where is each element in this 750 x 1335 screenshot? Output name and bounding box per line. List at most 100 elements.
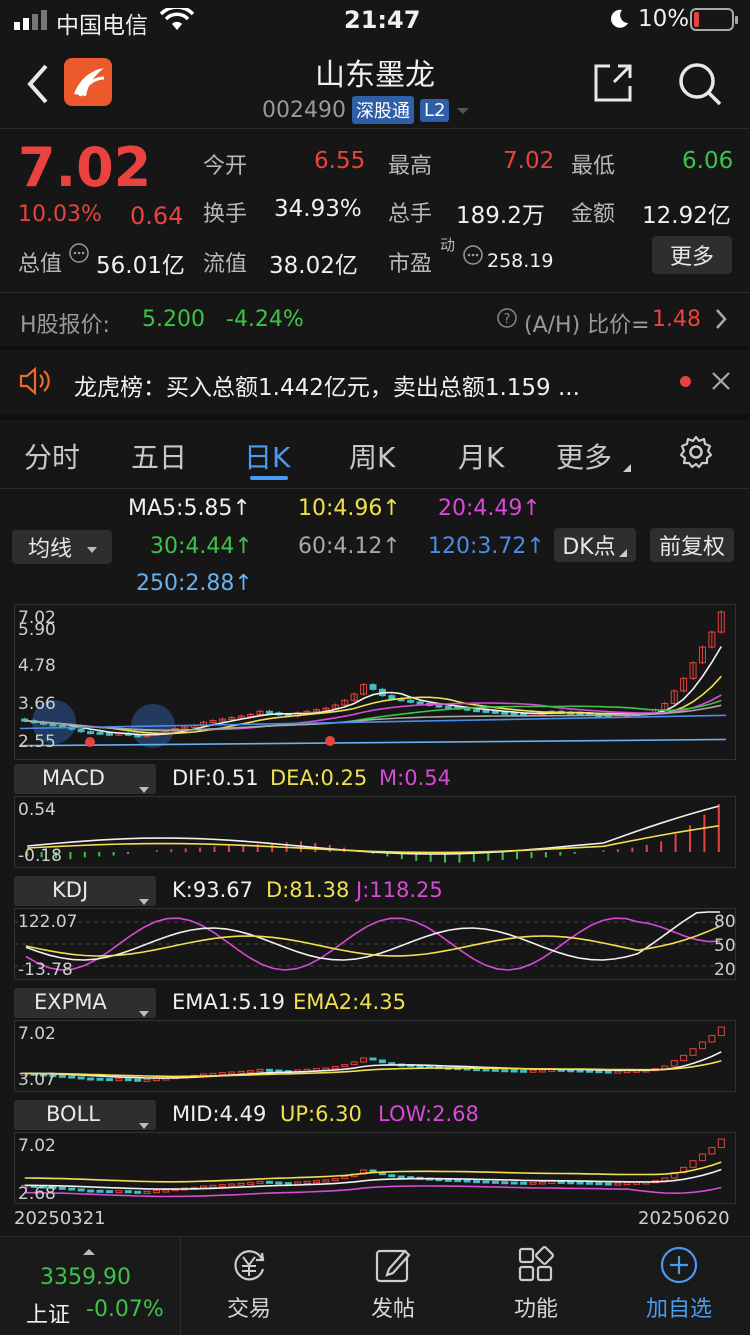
kdj-j: J:118.25 (356, 878, 443, 902)
mini-candle (96, 1189, 104, 1193)
mini-candle (501, 1069, 509, 1073)
expma-label: EXPMA (34, 990, 107, 1014)
candle-body (473, 709, 481, 713)
mini-candle (313, 1180, 321, 1184)
help-icon[interactable]: ? (496, 307, 518, 333)
boll-chart[interactable] (14, 1132, 736, 1204)
tab-daily-k[interactable]: 日K (244, 436, 290, 476)
macd-selector[interactable]: MACD (14, 764, 156, 794)
adjust-button[interactable]: 前复权 (650, 528, 734, 562)
mini-candle (717, 1026, 725, 1037)
amount-value: 12.92亿 (642, 203, 731, 229)
ma-selector[interactable]: 均线 (12, 530, 112, 564)
index-widget[interactable]: 3359.90 上证 -0.07% (0, 1237, 181, 1335)
compose-icon (373, 1249, 413, 1291)
mini-candle (661, 1065, 669, 1070)
macd-y-top: 0.54 (18, 800, 56, 820)
candle-body (77, 728, 85, 733)
expma-y-top: 7.02 (18, 1024, 56, 1044)
boll-label: BOLL (46, 1102, 100, 1126)
macd-chart[interactable] (14, 796, 736, 868)
notice-text: 龙虎榜：买入总额1.442亿元，卖出总额1.159 ... (74, 375, 580, 401)
nav-trade[interactable]: 交易 (194, 1245, 304, 1323)
close-icon[interactable] (710, 370, 732, 396)
ma250-line (19, 738, 727, 747)
nav-post[interactable]: 发帖 (338, 1245, 448, 1323)
mini-candle (491, 1180, 499, 1184)
mini-candle (604, 1070, 612, 1074)
kline-chart[interactable] (14, 604, 736, 760)
mini-candle (115, 1078, 123, 1082)
tab-more[interactable]: 更多 (556, 436, 612, 476)
mktcap-label: 总值 (18, 252, 63, 277)
mini-candle (265, 1068, 273, 1072)
caret-down-icon[interactable] (455, 101, 471, 120)
svg-text:?: ? (504, 312, 511, 327)
mini-candle (105, 1078, 113, 1082)
boll-mid: MID:4.49 (172, 1102, 267, 1126)
mini-candle (548, 1180, 556, 1184)
mini-candle (680, 1054, 688, 1062)
high-label: 最高 (388, 154, 433, 179)
mini-candle (463, 1179, 471, 1183)
index-value: 3359.90 (40, 1265, 131, 1290)
mini-candle (152, 1190, 160, 1194)
mini-candle (510, 1181, 518, 1185)
quote-panel: 7.02 10.03% 0.64 今开 6.55 最高 7.02 最低 6.06… (0, 128, 750, 292)
mini-candle (247, 1070, 255, 1074)
macd-label: MACD (42, 766, 105, 790)
mini-candle (397, 1175, 405, 1179)
speaker-icon (18, 366, 52, 400)
mini-candle (341, 1064, 349, 1068)
turnover-value: 34.93% (274, 196, 362, 222)
hshare-row[interactable]: H股报价: 5.200 -4.24% ? (A/H) 比价= 1.48 (0, 293, 750, 345)
ma30-label: 30:4.44↑ (150, 534, 253, 559)
battery-percent: 10% (638, 6, 690, 32)
gear-icon[interactable] (678, 434, 714, 474)
grid-icon (516, 1246, 556, 1291)
index-change: -0.07% (86, 1297, 164, 1322)
tab-monthly-k[interactable]: 月K (458, 436, 504, 476)
expma-chart[interactable] (14, 1020, 736, 1092)
mini-candle (256, 1180, 264, 1184)
tab-intraday[interactable]: 分时 (24, 436, 80, 476)
mini-candle (586, 1181, 594, 1185)
mini-candle (529, 1069, 537, 1073)
info-dots-icon[interactable] (68, 242, 90, 268)
mini-candle (538, 1069, 546, 1073)
mini-candle (567, 1181, 575, 1185)
search-icon[interactable] (676, 60, 724, 112)
nav-functions[interactable]: 功能 (481, 1245, 591, 1323)
mini-candle (275, 1181, 283, 1185)
caret-up-icon (82, 1241, 96, 1260)
kdj-r-20: 20 (714, 960, 736, 980)
tab-five-day[interactable]: 五日 (131, 436, 187, 476)
mini-candle (698, 1153, 706, 1162)
candle-body (444, 706, 452, 710)
mini-candle (698, 1041, 706, 1050)
boll-selector[interactable]: BOLL (14, 1100, 156, 1130)
share-icon[interactable] (590, 60, 636, 110)
info-dots-icon[interactable] (462, 244, 484, 270)
boll-y-top: 7.02 (18, 1136, 56, 1156)
expma-selector[interactable]: EXPMA (14, 988, 156, 1018)
dk-point-button[interactable]: DK点 (554, 528, 636, 562)
expma-y-bottom: 3.07 (18, 1070, 56, 1090)
nav-add-watchlist[interactable]: 加自选 (624, 1245, 734, 1323)
more-button[interactable]: 更多 (652, 236, 732, 274)
mini-candle (595, 1070, 603, 1074)
ma120-label: 120:3.72↑ (428, 534, 545, 559)
change-value: 0.64 (130, 202, 184, 230)
corner-caret-icon (622, 458, 632, 477)
tab-weekly-k[interactable]: 周K (349, 436, 395, 476)
last-price: 7.02 (18, 136, 152, 199)
notice-bar[interactable]: 龙虎榜：买入总额1.442亿元，卖出总额1.159 ... (0, 350, 750, 414)
kdj-selector[interactable]: KDJ (14, 876, 156, 906)
kdj-chart[interactable] (14, 908, 736, 980)
mini-candle (501, 1181, 509, 1185)
pe-sup: 动 (440, 236, 456, 254)
candle-body (501, 711, 509, 715)
mini-candle (303, 1180, 311, 1184)
corner-caret-icon (618, 539, 628, 564)
ah-label: (A/H) 比价= (524, 313, 650, 338)
